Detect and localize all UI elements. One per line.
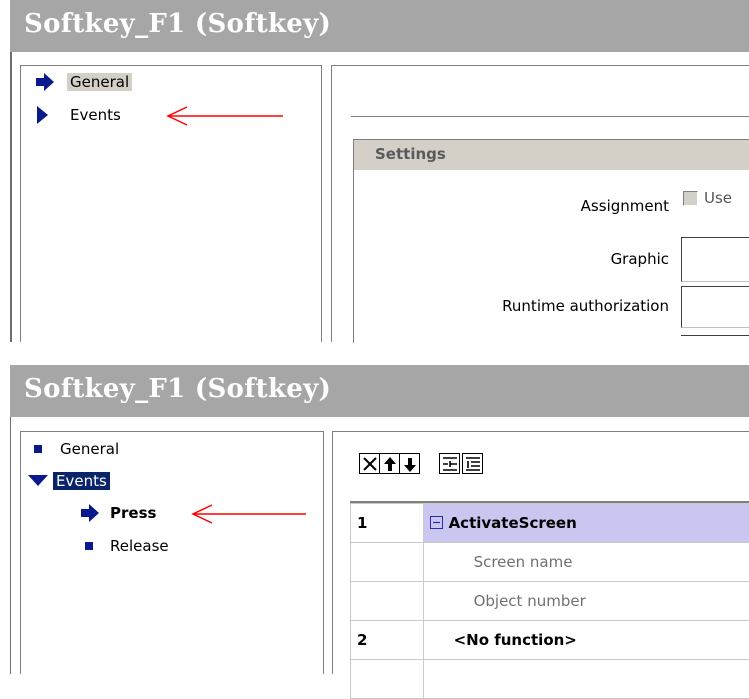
function-cell[interactable]: [423, 660, 749, 699]
tree-item-label: General: [67, 73, 132, 91]
delete-button[interactable]: [359, 453, 380, 474]
tree-border-left: [20, 431, 21, 674]
row-number: [351, 582, 424, 621]
content-border-left: [331, 65, 332, 342]
settings-heading: Settings: [354, 140, 749, 170]
tree-item-label: Release: [107, 537, 172, 555]
function-list: 1 ActivateScreen Screen name Object numb…: [350, 503, 749, 699]
collapse-icon: [430, 516, 443, 529]
tree-border-top: [20, 65, 322, 66]
move-up-button[interactable]: [379, 453, 400, 474]
tree-item-label: Press: [107, 504, 159, 522]
assignment-label: Assignment: [581, 197, 669, 215]
content-border-left: [332, 431, 333, 674]
list-icon: [463, 454, 484, 475]
bottom-properties-panel: Softkey_F1 (Softkey) General Events Pres…: [10, 365, 749, 674]
square-bullet-icon: [34, 445, 42, 453]
tree-item-press[interactable]: Press: [80, 502, 159, 524]
tree-item-label: Events: [67, 106, 124, 124]
content-border-top: [331, 65, 749, 66]
tree-item-release[interactable]: Release: [80, 535, 172, 557]
settings-heading-text: Settings: [375, 145, 446, 163]
tree-item-general[interactable]: General: [29, 438, 122, 460]
triangle-right-icon: [37, 106, 49, 124]
function-cell[interactable]: ActivateScreen: [423, 504, 749, 543]
row-number: 1: [351, 504, 424, 543]
table-row[interactable]: Object number: [351, 582, 749, 621]
table-row[interactable]: 2 <No function>: [351, 621, 749, 660]
use-checkbox-label: Use: [704, 189, 732, 207]
list-button[interactable]: [462, 453, 483, 474]
parameter-cell[interactable]: Object number: [423, 582, 749, 621]
frame-left: [10, 52, 12, 342]
graphic-label: Graphic: [611, 250, 669, 268]
function-cell[interactable]: <No function>: [423, 621, 749, 660]
parameter-cell[interactable]: Screen name: [423, 543, 749, 582]
row-number: 2: [351, 621, 424, 660]
x-icon: [360, 454, 381, 475]
arrow-right-icon: [80, 504, 100, 522]
panel-title: Softkey_F1 (Softkey): [24, 9, 331, 39]
arrow-right-icon: [35, 73, 55, 91]
indent-icon: [440, 454, 461, 475]
tree-item-events[interactable]: Events: [29, 470, 110, 492]
table-row[interactable]: Screen name: [351, 543, 749, 582]
annotation-arrow: [190, 504, 308, 524]
title-bar: Softkey_F1 (Softkey): [10, 0, 749, 52]
graphic-field[interactable]: [681, 237, 749, 282]
runtime-authorization-label: Runtime authorization: [502, 297, 669, 315]
tree-border-right: [323, 431, 324, 674]
tree-border-right: [321, 65, 322, 342]
tree-item-label: General: [57, 440, 122, 458]
frame-left: [10, 417, 11, 674]
section-divider: [351, 116, 749, 117]
row-number: [351, 660, 424, 699]
triangle-down-icon: [28, 475, 48, 487]
top-properties-panel: Softkey_F1 (Softkey) General Events Sett…: [10, 0, 749, 342]
runtime-authorization-field[interactable]: [681, 286, 749, 328]
table-row[interactable]: [351, 660, 749, 699]
panel-title: Softkey_F1 (Softkey): [24, 374, 331, 404]
annotation-arrow: [165, 106, 285, 126]
table-row[interactable]: 1 ActivateScreen: [351, 504, 749, 543]
title-bar: Softkey_F1 (Softkey): [10, 365, 749, 417]
tree-item-label: Events: [53, 472, 110, 490]
tree-border-top: [20, 431, 324, 432]
tree-item-events[interactable]: Events: [37, 104, 124, 126]
arrow-down-icon: [400, 454, 421, 475]
next-field-edge: [681, 335, 749, 336]
arrow-up-icon: [380, 454, 401, 475]
row-number: [351, 543, 424, 582]
tree-item-general[interactable]: General: [37, 71, 132, 93]
use-checkbox[interactable]: [683, 191, 698, 206]
indent-button[interactable]: [439, 453, 460, 474]
content-border-top: [332, 431, 749, 432]
move-down-button[interactable]: [399, 453, 420, 474]
function-name: ActivateScreen: [449, 514, 577, 532]
tree-border-left: [20, 65, 21, 342]
square-bullet-icon: [85, 542, 93, 550]
